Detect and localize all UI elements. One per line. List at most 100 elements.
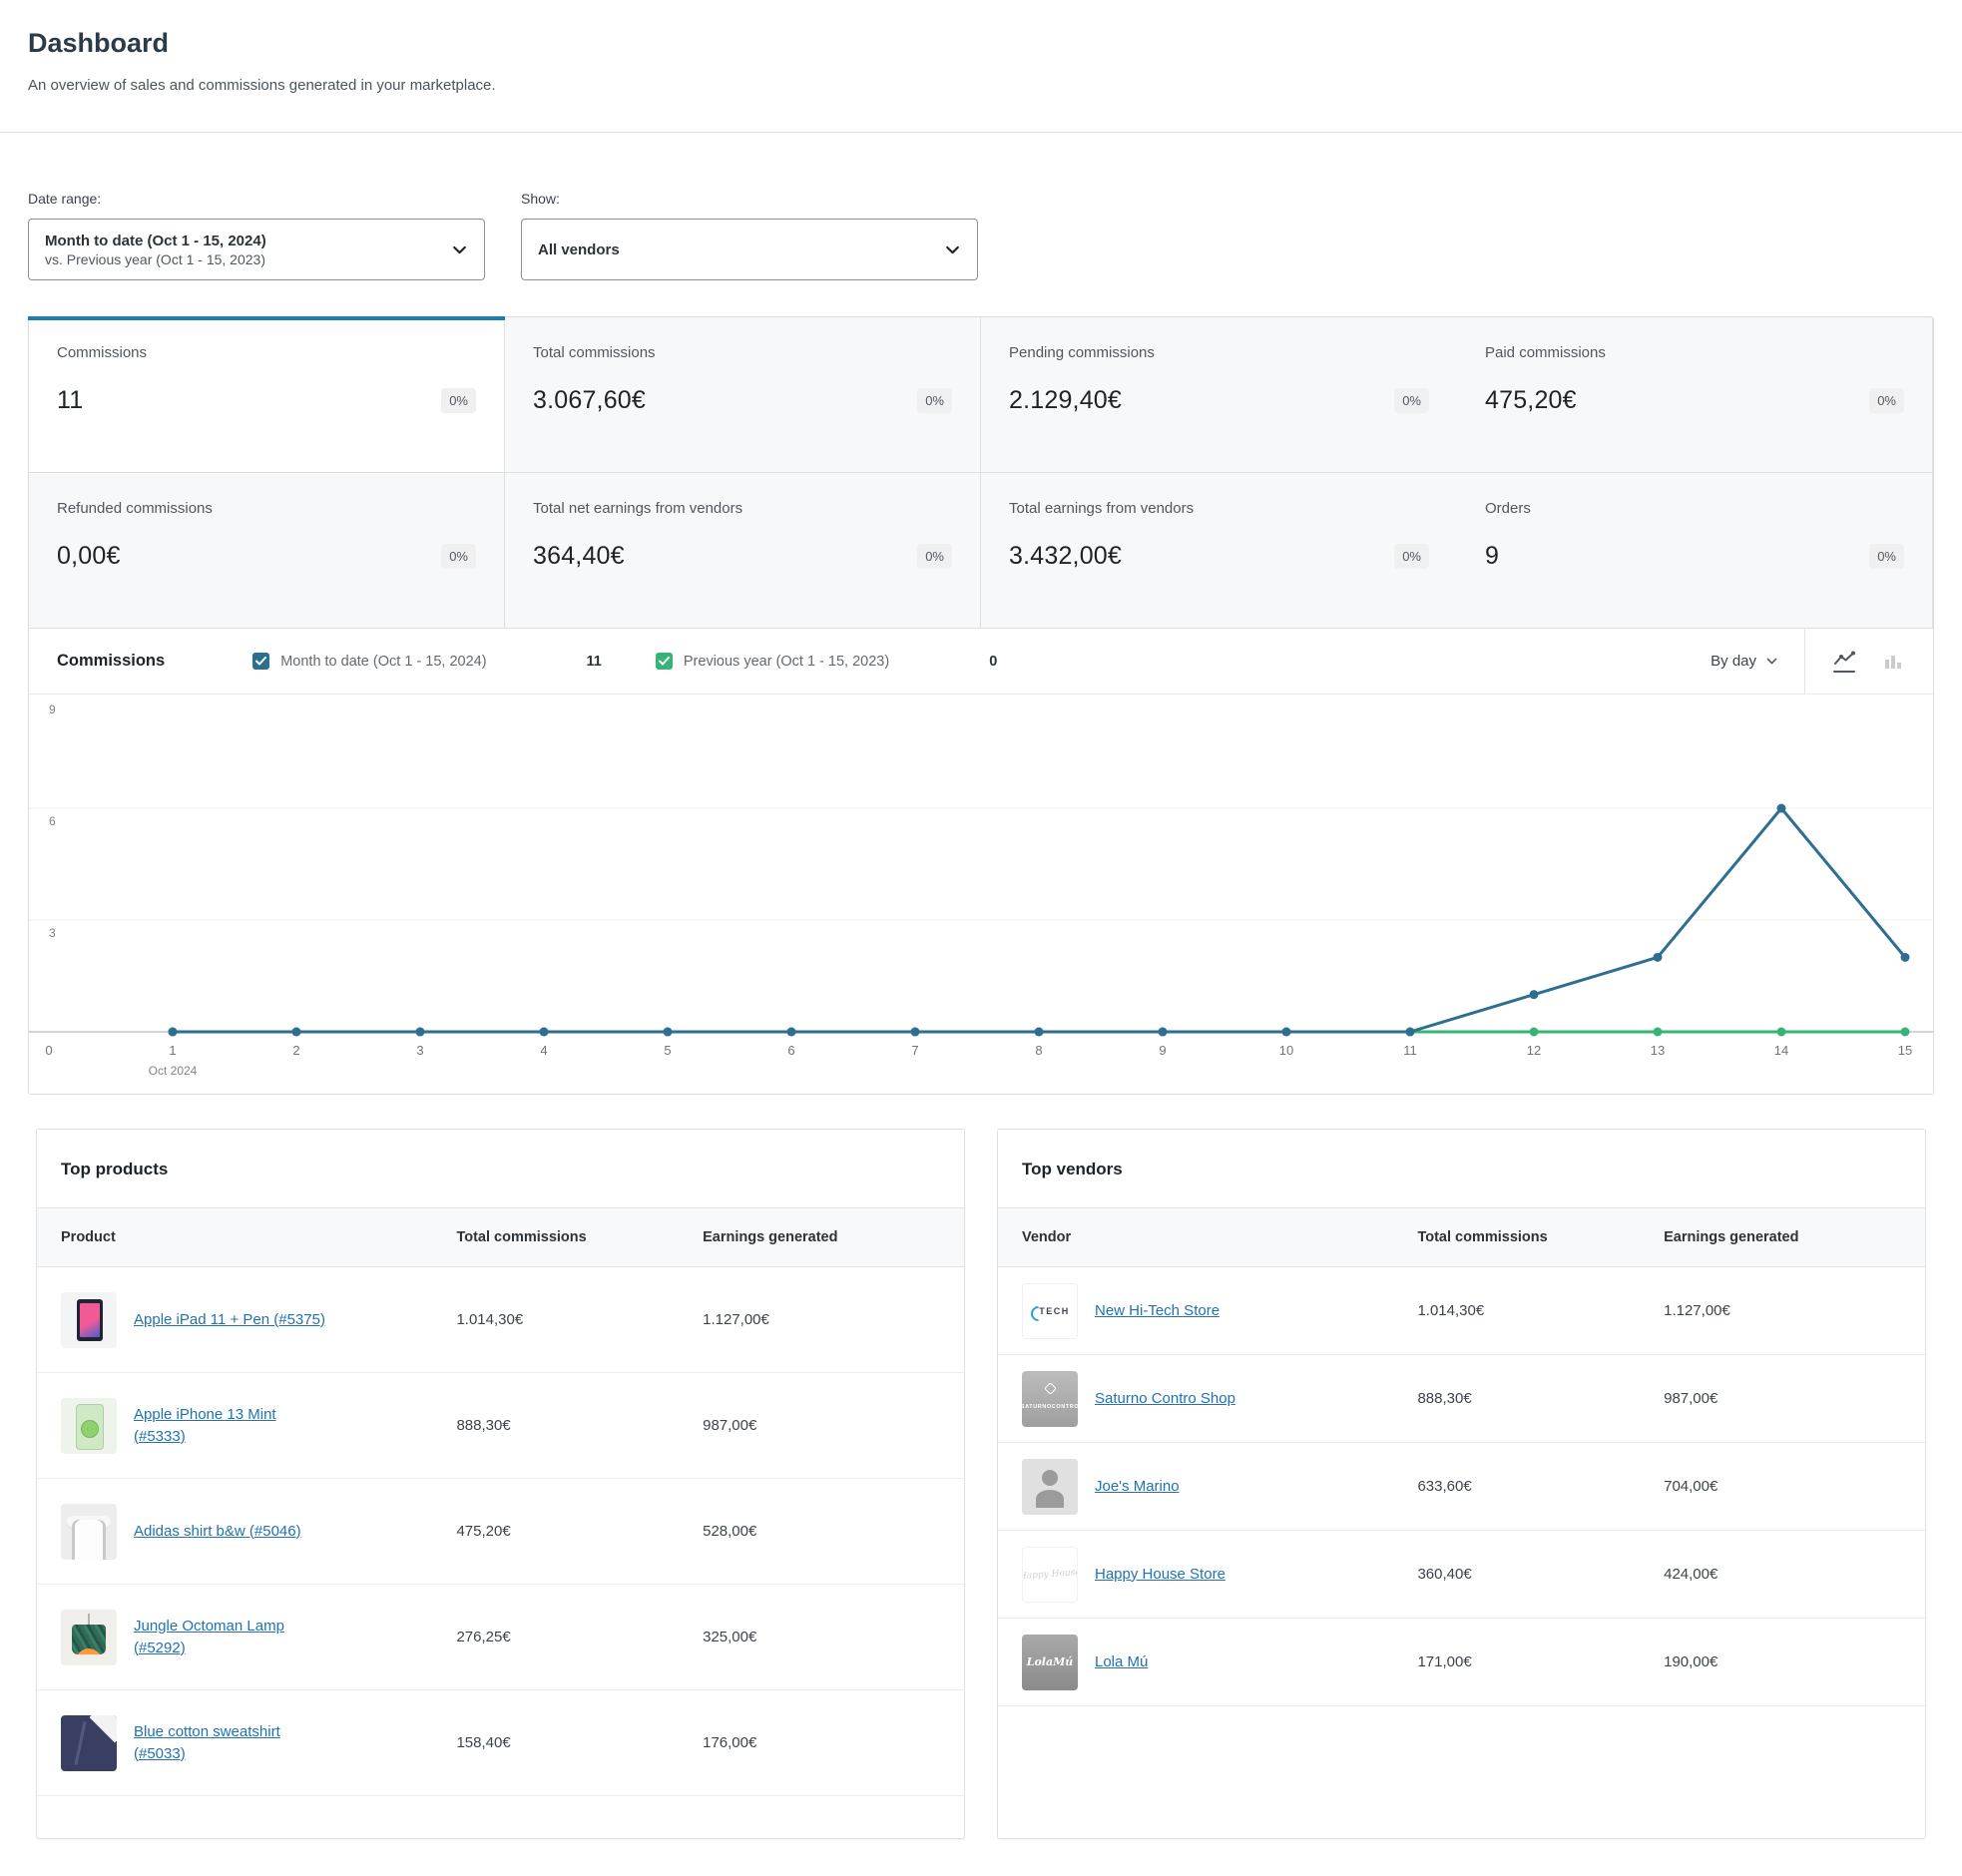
stat-tile-change-badge: 0%	[917, 388, 952, 413]
product-thumbnail	[61, 1398, 117, 1454]
chevron-down-icon	[944, 241, 961, 258]
stat-tile-label: Total commissions	[533, 344, 952, 361]
product-link[interactable]: Apple iPad 11 + Pen (#5375)	[134, 1309, 325, 1331]
interval-select[interactable]: By day	[1711, 653, 1804, 670]
vendor-link[interactable]: Saturno Contro Shop	[1095, 1388, 1235, 1410]
earnings-generated-value: 325,00€	[703, 1629, 940, 1645]
show-label: Show:	[521, 191, 978, 207]
svg-text:3: 3	[49, 926, 56, 940]
bar-chart-toggle-button[interactable]	[1883, 654, 1903, 670]
vendor-link[interactable]: Happy House Store	[1095, 1564, 1226, 1586]
stat-tile-7[interactable]: Orders 9 0%	[1457, 473, 1933, 629]
product-link[interactable]: Adidas shirt b&w (#5046)	[134, 1521, 301, 1543]
stat-tile-label: Total earnings from vendors	[1009, 500, 1429, 517]
series-toggle-label: Previous year (Oct 1 - 15, 2023)	[684, 654, 889, 670]
stat-tile-change-badge: 0%	[1869, 544, 1904, 569]
stat-tile-6[interactable]: Total earnings from vendors 3.432,00€ 0%	[981, 473, 1457, 629]
column-header: Earnings generated	[703, 1229, 940, 1245]
vendor-select[interactable]: All vendors	[521, 219, 978, 280]
earnings-generated-value: 424,00€	[1664, 1566, 1901, 1583]
stat-tile-3[interactable]: Paid commissions 475,20€ 0%	[1457, 317, 1933, 473]
svg-text:9: 9	[1159, 1043, 1166, 1058]
vendor-link[interactable]: Lola Mú	[1095, 1651, 1148, 1673]
total-commissions-value: 633,60€	[1417, 1478, 1664, 1495]
stat-tiles: Commissions 11 0% Total commissions 3.06…	[29, 317, 1933, 629]
stat-tile-2[interactable]: Pending commissions 2.129,40€ 0%	[981, 317, 1457, 473]
stat-tile-4[interactable]: Refunded commissions 0,00€ 0%	[29, 473, 505, 629]
top-vendors-header-row: Vendor Total commissions Earnings genera…	[998, 1207, 1925, 1267]
total-commissions-value: 360,40€	[1417, 1566, 1664, 1583]
page-title: Dashboard	[28, 26, 1934, 60]
vendor-logo: Happy House	[1022, 1547, 1078, 1603]
series-checkbox-1[interactable]	[656, 653, 673, 670]
table-row: LolaMú Lola Mú 171,00€ 190,00€	[998, 1619, 1925, 1706]
stat-tile-change-badge: 0%	[1869, 388, 1904, 413]
earnings-generated-value: 1.127,00€	[703, 1311, 940, 1328]
stats-and-chart-panel: Commissions 11 0% Total commissions 3.06…	[28, 316, 1934, 1095]
svg-text:4: 4	[540, 1043, 547, 1058]
table-row: Apple iPad 11 + Pen (#5375) 1.014,30€ 1.…	[37, 1267, 964, 1373]
product-thumbnail	[61, 1715, 117, 1771]
stat-tile-label: Refunded commissions	[57, 500, 476, 517]
stat-tile-1[interactable]: Total commissions 3.067,60€ 0%	[505, 317, 981, 473]
earnings-generated-value: 190,00€	[1664, 1653, 1901, 1670]
chevron-down-icon	[451, 241, 468, 258]
vendor-link[interactable]: New Hi-Tech Store	[1095, 1300, 1220, 1322]
vendor-logo-text: Happy House	[1022, 1567, 1078, 1581]
svg-text:7: 7	[911, 1043, 918, 1058]
stat-tile-change-badge: 0%	[441, 388, 476, 413]
top-products-title: Top products	[37, 1130, 964, 1207]
product-link[interactable]: Blue cotton sweatshirt (#5033)	[134, 1721, 329, 1765]
stat-tile-0[interactable]: Commissions 11 0%	[29, 317, 505, 473]
svg-text:3: 3	[416, 1043, 423, 1058]
series-toggle-label: Month to date (Oct 1 - 15, 2024)	[280, 654, 486, 670]
svg-text:5: 5	[664, 1043, 671, 1058]
line-chart-toggle-button[interactable]	[1833, 651, 1855, 673]
table-row: Joe's Marino 633,60€ 704,00€	[998, 1443, 1925, 1531]
chart-header: Commissions Month to date (Oct 1 - 15, 2…	[29, 629, 1933, 695]
series-checkbox-0[interactable]	[252, 653, 269, 670]
total-commissions-value: 158,40€	[456, 1734, 703, 1751]
vendor-filter: Show: All vendors	[521, 191, 978, 280]
earnings-generated-value: 987,00€	[1664, 1390, 1901, 1407]
stat-tile-label: Commissions	[57, 344, 476, 361]
table-row: Apple iPhone 13 Mint (#5333) 888,30€ 987…	[37, 1373, 964, 1479]
filters-bar: Date range: Month to date (Oct 1 - 15, 2…	[0, 133, 1962, 280]
series-toggle-count: 0	[989, 654, 997, 670]
earnings-generated-value: 176,00€	[703, 1734, 940, 1751]
total-commissions-value: 276,25€	[456, 1629, 703, 1645]
date-range-select[interactable]: Month to date (Oct 1 - 15, 2024) vs. Pre…	[28, 219, 485, 280]
stat-tile-change-badge: 0%	[1394, 544, 1429, 569]
table-row: Adidas shirt b&w (#5046) 475,20€ 528,00€	[37, 1479, 964, 1585]
svg-text:11: 11	[1403, 1043, 1417, 1058]
product-link[interactable]: Jungle Octoman Lamp (#5292)	[134, 1616, 329, 1659]
top-products-header-row: Product Total commissions Earnings gener…	[37, 1207, 964, 1267]
vendor-logo: LolaMú	[1022, 1635, 1078, 1690]
svg-text:8: 8	[1035, 1043, 1042, 1058]
svg-text:1: 1	[169, 1043, 176, 1058]
svg-text:10: 10	[1279, 1043, 1293, 1058]
total-commissions-value: 888,30€	[456, 1417, 703, 1434]
table-row: SATURNOCONTRO Saturno Contro Shop 888,30…	[998, 1355, 1925, 1443]
earnings-generated-value: 704,00€	[1664, 1478, 1901, 1495]
date-range-value: Month to date (Oct 1 - 15, 2024)	[45, 232, 266, 250]
dashboard-page: Dashboard An overview of sales and commi…	[0, 0, 1962, 1839]
product-thumbnail	[61, 1610, 117, 1665]
product-link[interactable]: Apple iPhone 13 Mint (#5333)	[134, 1404, 329, 1448]
vendor-logo	[1022, 1459, 1078, 1515]
stat-tile-5[interactable]: Total net earnings from vendors 364,40€ …	[505, 473, 981, 629]
date-range-label: Date range:	[28, 191, 485, 207]
svg-text:Oct 2024: Oct 2024	[149, 1064, 198, 1078]
total-commissions-value: 1.014,30€	[456, 1311, 703, 1328]
stat-tile-label: Paid commissions	[1485, 344, 1904, 361]
stat-tile-value: 364,40€	[533, 542, 625, 571]
series-toggle-1: Previous year (Oct 1 - 15, 2023) 0	[656, 653, 997, 670]
stat-tile-value: 11	[57, 386, 83, 415]
chevron-down-icon	[1765, 655, 1778, 668]
svg-text:15: 15	[1898, 1043, 1912, 1058]
top-vendors-panel: Top vendors Vendor Total commissions Ear…	[997, 1129, 1926, 1839]
vendor-link[interactable]: Joe's Marino	[1095, 1476, 1180, 1498]
commissions-chart: 9630123456789101112131415Oct 2024	[29, 695, 1933, 1094]
total-commissions-value: 1.014,30€	[1417, 1302, 1664, 1319]
svg-text:13: 13	[1651, 1043, 1665, 1058]
